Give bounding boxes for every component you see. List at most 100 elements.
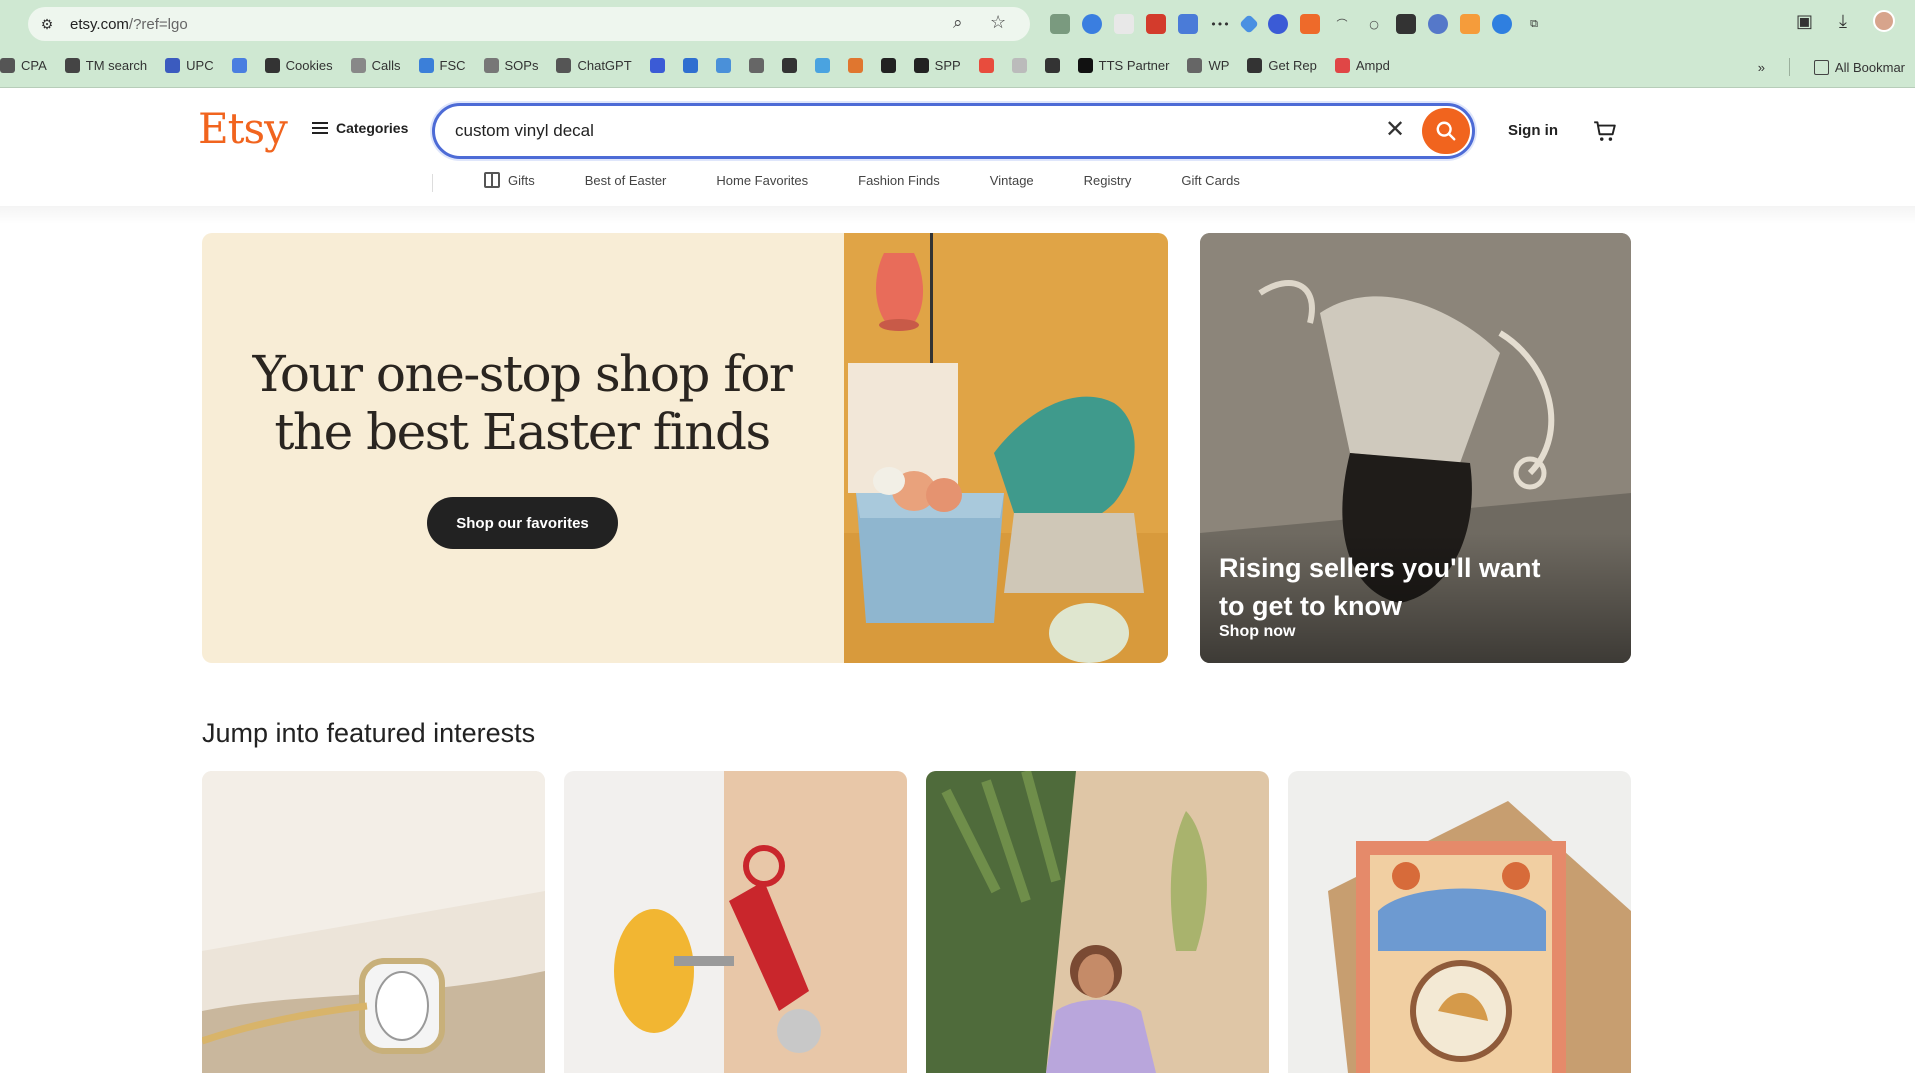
bookmark-item[interactable] — [1011, 58, 1027, 73]
bookmark-item[interactable]: Ampd — [1334, 58, 1390, 73]
extension-icon[interactable] — [1050, 14, 1070, 34]
menu-icon — [312, 122, 328, 134]
featured-tile-jewelry[interactable] — [202, 771, 545, 1073]
subnav-item-vintage[interactable]: Vintage — [990, 173, 1034, 188]
address-bar[interactable]: ⚙ etsy.com/?ref=lgo ⌕ ☆ — [28, 7, 1030, 41]
side-panel-icon[interactable]: ▣ — [1796, 11, 1813, 32]
featured-tile-cards[interactable] — [1288, 771, 1631, 1073]
bookmark-item[interactable]: UPC — [165, 58, 214, 73]
browser-toolbar: ⚙ etsy.com/?ref=lgo ⌕ ☆ ••• ⌒ ○ ⧉ ▣ ⤓ — [0, 0, 1915, 48]
extension-icon[interactable] — [1428, 14, 1448, 34]
subnav-item-gift-cards[interactable]: Gift Cards — [1181, 173, 1240, 188]
subnav: Gifts Best of Easter Home Favorites Fash… — [484, 172, 1240, 188]
bookmark-icon — [748, 58, 764, 73]
bookmark-item[interactable] — [847, 58, 863, 73]
bookmark-item[interactable]: WP — [1187, 58, 1229, 73]
bookmark-item[interactable] — [880, 58, 896, 73]
bookmark-icon — [350, 58, 366, 73]
extensions-puzzle-icon[interactable]: ⧉ — [1524, 14, 1544, 34]
download-icon[interactable]: ⤓ — [1839, 11, 1847, 32]
bookmark-item[interactable]: TM search — [64, 58, 148, 73]
bookmarks-overflow-button[interactable]: » — [1758, 60, 1765, 75]
header-divider — [0, 206, 1915, 224]
bookmark-star-icon[interactable]: ☆ — [990, 12, 1006, 33]
url-path: /?ref=lgo — [128, 16, 188, 33]
extension-icon[interactable] — [1492, 14, 1512, 34]
url-host: etsy.com — [70, 16, 129, 33]
bookmark-label: Get Rep — [1268, 58, 1317, 73]
bookmark-item[interactable]: SOPs — [483, 58, 538, 73]
bookmark-item[interactable] — [781, 58, 797, 73]
etsy-logo[interactable]: Etsy — [198, 104, 288, 153]
cart-icon[interactable] — [1592, 118, 1618, 144]
bookmark-item[interactable]: TTS Partner — [1077, 58, 1169, 73]
bookmark-icon — [880, 58, 896, 73]
extension-icon[interactable]: ○ — [1364, 14, 1384, 34]
extension-icon[interactable] — [1460, 14, 1480, 34]
extension-icon[interactable] — [1146, 14, 1166, 34]
categories-button[interactable]: Categories — [312, 120, 408, 136]
rising-sellers-card[interactable]: Rising sellers you'll want to get to kno… — [1200, 233, 1631, 663]
extension-icon[interactable] — [1300, 14, 1320, 34]
shop-favorites-button[interactable]: Shop our favorites — [427, 497, 618, 549]
bookmark-icon — [64, 58, 80, 73]
extension-icon[interactable] — [1178, 14, 1198, 34]
bookmarks-divider — [1788, 58, 1790, 76]
bookmark-item[interactable]: ChatGPT — [556, 58, 632, 73]
subnav-divider — [432, 174, 433, 192]
bookmark-label: TM search — [85, 58, 148, 73]
hero-title: Your one-stop shop for the best Easter f… — [252, 345, 793, 461]
bookmarks-right: » All Bookmar — [1758, 58, 1905, 76]
bookmark-item[interactable] — [231, 58, 247, 73]
extension-icon[interactable] — [1268, 14, 1288, 34]
hooks-photo — [564, 771, 907, 1073]
gift-icon — [484, 172, 500, 188]
hero-banner[interactable]: Your one-stop shop for the best Easter f… — [202, 233, 1168, 663]
bookmark-icon — [715, 58, 731, 73]
profile-avatar[interactable] — [1873, 10, 1895, 32]
address-url[interactable]: etsy.com/?ref=lgo — [70, 16, 188, 33]
sign-in-link[interactable]: Sign in — [1508, 122, 1558, 139]
subnav-item-gifts[interactable]: Gifts — [484, 172, 535, 188]
bookmark-label: FSC — [439, 58, 466, 73]
subnav-item-fashion-finds[interactable]: Fashion Finds — [858, 173, 940, 188]
extension-icon[interactable] — [1114, 14, 1134, 34]
featured-tile-fashion[interactable] — [926, 771, 1269, 1073]
search-icon — [1436, 121, 1456, 141]
bookmark-icon — [682, 58, 698, 73]
search-button[interactable] — [1422, 108, 1470, 154]
bookmark-icon — [165, 58, 181, 73]
bookmark-icon — [264, 58, 280, 73]
zoom-icon[interactable]: ⌕ — [953, 13, 963, 33]
subnav-item-home-favorites[interactable]: Home Favorites — [716, 173, 808, 188]
subnav-item-best-of-easter[interactable]: Best of Easter — [585, 173, 667, 188]
bookmark-item[interactable] — [748, 58, 764, 73]
bookmark-item[interactable] — [649, 58, 665, 73]
extension-icon[interactable] — [1396, 14, 1416, 34]
bookmark-item[interactable]: SPP — [913, 58, 961, 73]
featured-tile-home-decor[interactable] — [564, 771, 907, 1073]
extension-icon[interactable] — [1082, 14, 1102, 34]
extension-icon[interactable]: ⌒ — [1332, 14, 1352, 34]
search-input[interactable] — [455, 118, 1355, 144]
easter-photo — [844, 233, 1168, 663]
bookmark-item[interactable]: Cookies — [264, 58, 333, 73]
site-info-icon[interactable]: ⚙ — [38, 15, 56, 33]
bookmark-item[interactable] — [715, 58, 731, 73]
bookmark-item[interactable] — [814, 58, 830, 73]
bookmark-item[interactable]: FSC — [418, 58, 466, 73]
shop-now-link[interactable]: Shop now — [1219, 623, 1295, 641]
bookmark-label: Cookies — [285, 58, 333, 73]
bookmark-icon — [1011, 58, 1027, 73]
bookmark-item[interactable]: Calls — [350, 58, 401, 73]
subnav-item-registry[interactable]: Registry — [1084, 173, 1132, 188]
bookmark-item[interactable] — [1044, 58, 1060, 73]
bookmark-item[interactable] — [682, 58, 698, 73]
clear-search-icon[interactable]: ✕ — [1385, 115, 1405, 143]
all-bookmarks-button[interactable]: All Bookmar — [1813, 59, 1905, 75]
bookmark-item[interactable]: CPA — [0, 58, 47, 73]
bookmark-item[interactable]: Get Rep — [1247, 58, 1317, 73]
more-icon[interactable]: ••• — [1210, 14, 1230, 34]
extension-icon[interactable] — [1239, 14, 1259, 34]
bookmark-item[interactable] — [978, 58, 994, 73]
